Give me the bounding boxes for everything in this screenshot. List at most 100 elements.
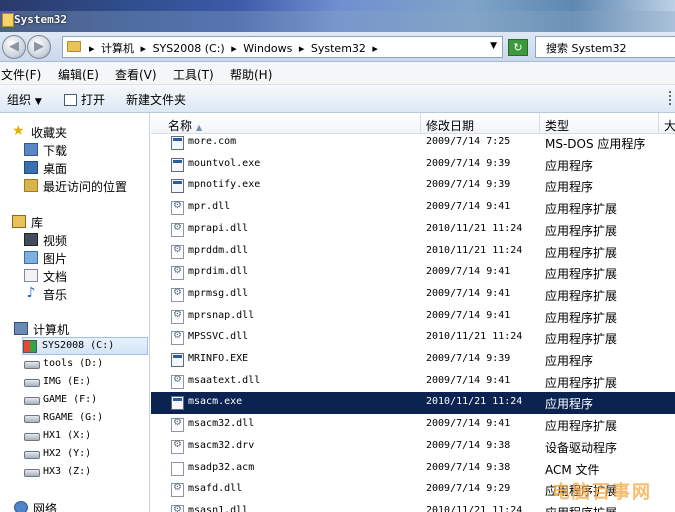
drv-icon (171, 439, 184, 454)
nav-item-recent[interactable]: 最近访问的位置 (24, 177, 148, 195)
breadcrumb-computer[interactable]: 计算机 (101, 42, 134, 55)
breadcrumb-system32[interactable]: System32 (311, 42, 366, 55)
computer-icon (14, 322, 28, 335)
file-name: mprdim.dll (188, 266, 249, 278)
chevron-right-icon[interactable]: ▸ (141, 42, 147, 55)
nav-item-downloads[interactable]: 下载 (24, 141, 144, 159)
table-row[interactable]: more.com 2009/7/14 7:25 MS-DOS 应用程序 (151, 132, 675, 154)
nav-item-drive-e[interactable]: IMG (E:) (24, 374, 144, 392)
nav-label: 音乐 (43, 288, 68, 302)
nav-item-desktop[interactable]: 桌面 (24, 159, 144, 177)
nav-item-drive-d[interactable]: tools (D:) (24, 356, 144, 374)
table-row[interactable]: mpnotify.exe 2009/7/14 9:39 应用程序 (151, 175, 675, 197)
drive-icon (24, 397, 40, 405)
chevron-right-icon[interactable]: ▸ (372, 42, 378, 55)
dll-icon (171, 330, 184, 346)
breadcrumb-drive[interactable]: SYS2008 (C:) (153, 42, 225, 55)
file-date: 2009/7/14 9:41 (426, 309, 511, 321)
table-row[interactable]: mprapi.dll 2010/11/21 11:24 应用程序扩展 (151, 219, 675, 241)
file-name: mountvol.exe (188, 157, 261, 169)
column-divider[interactable] (658, 113, 659, 134)
file-name: mprapi.dll (188, 222, 249, 234)
dll-icon (171, 222, 184, 237)
toolbar-overflow-icon[interactable] (669, 91, 673, 105)
exe-icon (171, 179, 184, 194)
nav-item-drive-g[interactable]: RGAME (G:) (24, 410, 144, 428)
folder-icon (2, 13, 14, 27)
back-button[interactable]: ◀ (2, 35, 26, 59)
table-row[interactable]: msacm32.drv 2009/7/14 9:38 设备驱动程序 (151, 436, 675, 458)
file-type: 应用程序扩展 (545, 223, 618, 238)
table-row[interactable]: msacm32.dll 2009/7/14 9:41 应用程序扩展 (151, 414, 675, 436)
chevron-right-icon[interactable]: ▸ (231, 42, 237, 55)
music-icon: ♪ (26, 285, 36, 301)
column-divider[interactable] (420, 113, 421, 134)
drive-icon (24, 469, 40, 477)
new-folder-button[interactable]: 新建文件夹 (126, 91, 186, 108)
file-name: msaatext.dll (188, 374, 261, 386)
file-name: msacm.exe (188, 396, 243, 408)
table-row[interactable]: mprdim.dll 2009/7/14 9:41 应用程序扩展 (151, 262, 675, 284)
nav-item-drive-c[interactable]: SYS2008 (C:) (22, 337, 148, 355)
command-bar: 组织 ▼ 打开 新建文件夹 (0, 85, 675, 113)
table-row[interactable]: MPSSVC.dll 2010/11/21 11:24 应用程序扩展 (151, 327, 675, 349)
menu-file[interactable]: 文件(F) (1, 66, 41, 83)
nav-item-drive-y[interactable]: HX2 (Y:) (24, 446, 144, 464)
table-row[interactable]: mprddm.dll 2010/11/21 11:24 应用程序扩展 (151, 241, 675, 263)
refresh-button[interactable]: ↻ (508, 39, 528, 56)
table-row[interactable]: mprsnap.dll 2009/7/14 9:41 应用程序扩展 (151, 306, 675, 328)
menu-help[interactable]: 帮助(H) (230, 66, 272, 83)
nav-item-pictures[interactable]: 图片 (24, 249, 144, 267)
nav-computer[interactable]: 计算机 (14, 320, 144, 338)
nav-network[interactable]: 网络 (14, 499, 144, 512)
chevron-down-icon[interactable]: ▼ (490, 41, 497, 51)
nav-label: 收藏夹 (31, 126, 68, 140)
watermark: 电脑百事网 (552, 482, 652, 503)
table-row[interactable]: msaatext.dll 2009/7/14 9:41 应用程序扩展 (151, 371, 675, 393)
table-row[interactable]: mprmsg.dll 2009/7/14 9:41 应用程序扩展 (151, 284, 675, 306)
table-row[interactable]: mountvol.exe 2009/7/14 9:39 应用程序 (151, 154, 675, 176)
nav-label: 下载 (43, 144, 68, 158)
chevron-right-icon[interactable]: ▸ (89, 42, 95, 55)
table-row[interactable]: msacm.exe 2010/11/21 11:24 应用程序 (151, 392, 675, 415)
search-input[interactable]: 搜索 System32 (535, 36, 675, 58)
table-row[interactable]: msadp32.acm 2009/7/14 9:38 ACM 文件 (151, 458, 675, 480)
file-name: msacm32.dll (188, 418, 255, 430)
menu-view[interactable]: 查看(V) (115, 66, 157, 83)
nav-libraries[interactable]: 库 (12, 213, 142, 231)
document-icon (24, 269, 38, 282)
column-divider[interactable] (539, 113, 540, 134)
file-type: 应用程序扩展 (545, 288, 618, 303)
dll-icon (171, 482, 184, 498)
nav-label: HX2 (Y:) (43, 448, 92, 459)
nav-label: 最近访问的位置 (43, 180, 128, 194)
dll-icon (171, 309, 184, 324)
nav-favorites[interactable]: ★ 收藏夹 (12, 123, 142, 141)
drive-icon (24, 451, 40, 459)
nav-item-videos[interactable]: 视频 (24, 231, 144, 249)
file-type: 应用程序扩展 (545, 267, 618, 282)
organize-button[interactable]: 组织 ▼ (7, 91, 42, 108)
address-row: ◀ ▶ ▸ 计算机 ▸ SYS2008 (C:) ▸ Windows ▸ Sys… (0, 32, 675, 62)
star-icon: ★ (12, 123, 25, 139)
menu-tools[interactable]: 工具(T) (173, 66, 214, 83)
nav-item-music[interactable]: ♪ 音乐 (24, 285, 144, 303)
file-date: 2010/11/21 11:24 (426, 244, 523, 256)
nav-item-documents[interactable]: 文档 (24, 267, 144, 285)
forward-button[interactable]: ▶ (27, 35, 51, 59)
chevron-down-icon: ▼ (34, 97, 42, 107)
nav-item-drive-x[interactable]: HX1 (X:) (24, 428, 144, 446)
nav-item-drive-z[interactable]: HX3 (Z:) (24, 464, 144, 482)
chevron-right-icon[interactable]: ▸ (299, 42, 305, 55)
breadcrumb-windows[interactable]: Windows (243, 42, 292, 55)
file-date: 2010/11/21 11:24 (426, 504, 523, 512)
file-name: mpr.dll (188, 201, 231, 213)
table-row[interactable]: mpr.dll 2009/7/14 9:41 应用程序扩展 (151, 197, 675, 219)
dll-icon (171, 287, 184, 302)
address-bar[interactable]: ▸ 计算机 ▸ SYS2008 (C:) ▸ Windows ▸ System3… (62, 36, 503, 58)
nav-label: tools (D:) (43, 358, 104, 369)
nav-item-drive-f[interactable]: GAME (F:) (24, 392, 144, 410)
open-button[interactable]: 打开 (64, 91, 105, 108)
table-row[interactable]: MRINFO.EXE 2009/7/14 9:39 应用程序 (151, 349, 675, 371)
menu-edit[interactable]: 编辑(E) (58, 66, 99, 83)
